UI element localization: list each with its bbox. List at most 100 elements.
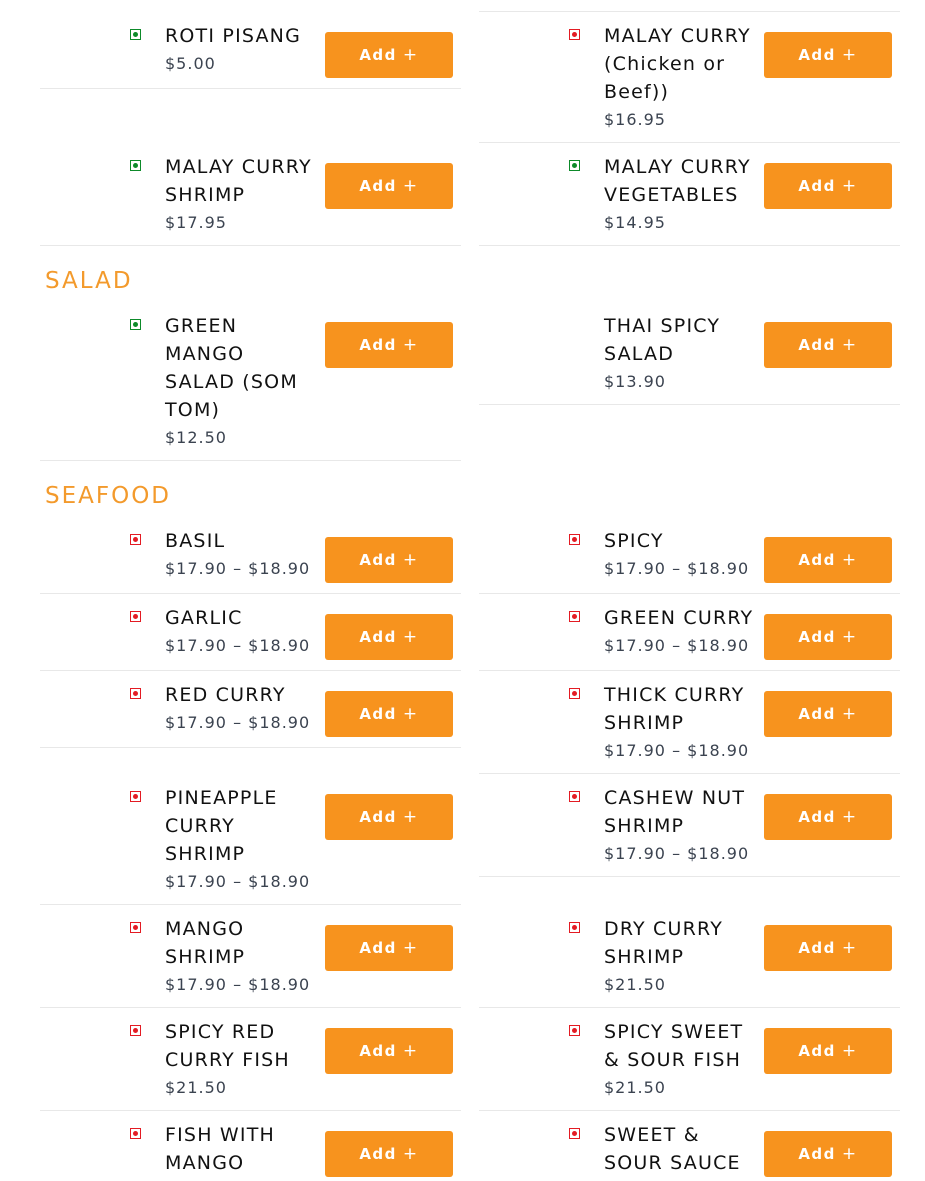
add-to-cart-button[interactable]: Add + — [764, 163, 892, 209]
add-to-cart-button[interactable]: Add + — [325, 32, 453, 78]
add-button-label: Add — [798, 705, 836, 723]
item-name: MALAY CURRY (Chicken or Beef)) — [604, 25, 751, 103]
add-button-label: Add — [798, 551, 836, 569]
veg-indicator-icon — [569, 160, 580, 171]
item-price: $16.95 — [604, 110, 666, 129]
plus-icon: + — [841, 1144, 858, 1164]
plus-icon: + — [841, 807, 858, 827]
item-name: MANGO SHRIMP — [165, 918, 246, 968]
row-divider — [40, 1110, 461, 1111]
add-button-label: Add — [359, 705, 397, 723]
item-price: $17.95 — [165, 213, 227, 232]
item-name: MALAY CURRY SHRIMP — [165, 156, 312, 206]
add-button-label: Add — [359, 1042, 397, 1060]
add-button-label: Add — [359, 1145, 397, 1163]
non-veg-indicator-icon — [569, 1025, 580, 1036]
item-price: $17.90 – $18.90 — [165, 872, 311, 891]
add-to-cart-button[interactable]: Add + — [325, 691, 453, 737]
add-button-label: Add — [798, 1145, 836, 1163]
add-to-cart-button[interactable]: Add + — [325, 614, 453, 660]
plus-icon: + — [841, 335, 858, 355]
row-divider — [479, 11, 900, 12]
item-price: $17.90 – $18.90 — [165, 975, 311, 994]
item-name: SPICY — [604, 530, 664, 552]
item-price: $17.90 – $18.90 — [604, 741, 750, 760]
row-divider — [40, 88, 461, 89]
plus-icon: + — [402, 938, 419, 958]
non-veg-indicator-icon — [130, 534, 141, 545]
add-to-cart-button[interactable]: Add + — [764, 691, 892, 737]
add-button-label: Add — [359, 551, 397, 569]
add-to-cart-button[interactable]: Add + — [764, 537, 892, 583]
item-name: BASIL — [165, 530, 226, 552]
item-name: THAI SPICY SALAD — [604, 315, 721, 365]
row-divider — [40, 747, 461, 748]
item-price: $17.90 – $18.90 — [604, 636, 750, 655]
add-button-label: Add — [798, 177, 836, 195]
item-price: $17.90 – $18.90 — [604, 844, 750, 863]
add-to-cart-button[interactable]: Add + — [764, 614, 892, 660]
item-name: MALAY CURRY VEGETABLES — [604, 156, 751, 206]
add-to-cart-button[interactable]: Add + — [325, 1028, 453, 1074]
plus-icon: + — [841, 627, 858, 647]
non-veg-indicator-icon — [130, 611, 141, 622]
add-to-cart-button[interactable]: Add + — [325, 925, 453, 971]
item-name: GARLIC — [165, 607, 243, 629]
plus-icon: + — [402, 1041, 419, 1061]
section-title-salad: SALAD — [45, 268, 133, 294]
non-veg-indicator-icon — [130, 1128, 141, 1139]
row-divider — [479, 245, 900, 246]
plus-icon: + — [841, 938, 858, 958]
item-price: $17.90 – $18.90 — [165, 713, 311, 732]
non-veg-indicator-icon — [569, 922, 580, 933]
plus-icon: + — [841, 176, 858, 196]
row-divider — [40, 904, 461, 905]
add-to-cart-button[interactable]: Add + — [325, 322, 453, 368]
row-divider — [40, 460, 461, 461]
add-to-cart-button[interactable]: Add + — [764, 925, 892, 971]
add-to-cart-button[interactable]: Add + — [764, 32, 892, 78]
veg-indicator-icon — [130, 160, 141, 171]
veg-indicator-icon — [130, 29, 141, 40]
row-divider — [40, 670, 461, 671]
plus-icon: + — [841, 704, 858, 724]
plus-icon: + — [402, 45, 419, 65]
plus-icon: + — [402, 335, 419, 355]
non-veg-indicator-icon — [569, 1128, 580, 1139]
add-to-cart-button[interactable]: Add + — [325, 794, 453, 840]
add-button-label: Add — [359, 808, 397, 826]
item-price: $5.00 — [165, 54, 216, 73]
item-price: $17.90 – $18.90 — [165, 559, 311, 578]
row-divider — [479, 773, 900, 774]
add-to-cart-button[interactable]: Add + — [764, 322, 892, 368]
plus-icon: + — [402, 1144, 419, 1164]
item-name: SPICY RED CURRY FISH — [165, 1021, 290, 1071]
add-to-cart-button[interactable]: Add + — [325, 1131, 453, 1177]
row-divider — [40, 1007, 461, 1008]
item-name: SPICY SWEET & SOUR FISH — [604, 1021, 744, 1071]
add-to-cart-button[interactable]: Add + — [764, 1131, 892, 1177]
add-to-cart-button[interactable]: Add + — [325, 163, 453, 209]
item-name: PINEAPPLE CURRY SHRIMP — [165, 787, 278, 865]
item-name: RED CURRY — [165, 684, 286, 706]
item-price: $21.50 — [604, 975, 666, 994]
non-veg-indicator-icon — [130, 791, 141, 802]
add-button-label: Add — [359, 177, 397, 195]
add-button-label: Add — [359, 628, 397, 646]
add-to-cart-button[interactable]: Add + — [325, 537, 453, 583]
section-title-seafood: SEAFOOD — [45, 483, 172, 509]
non-veg-indicator-icon — [569, 534, 580, 545]
add-to-cart-button[interactable]: Add + — [764, 794, 892, 840]
non-veg-indicator-icon — [569, 611, 580, 622]
plus-icon: + — [402, 627, 419, 647]
plus-icon: + — [841, 1041, 858, 1061]
row-divider — [479, 593, 900, 594]
item-price: $12.50 — [165, 428, 227, 447]
non-veg-indicator-icon — [130, 922, 141, 933]
add-to-cart-button[interactable]: Add + — [764, 1028, 892, 1074]
add-button-label: Add — [798, 336, 836, 354]
add-button-label: Add — [798, 808, 836, 826]
item-price: $17.90 – $18.90 — [165, 636, 311, 655]
add-button-label: Add — [798, 1042, 836, 1060]
non-veg-indicator-icon — [569, 791, 580, 802]
